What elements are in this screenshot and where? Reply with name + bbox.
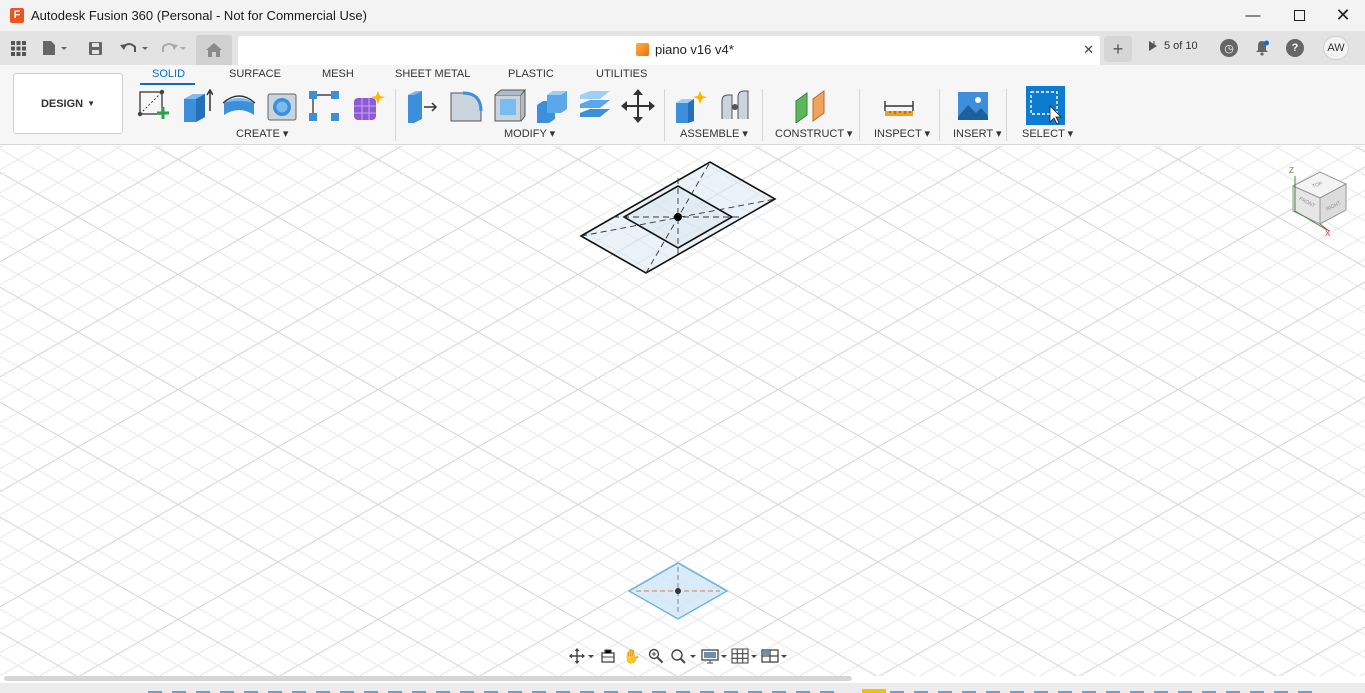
pan-hand-icon[interactable]: ✋ xyxy=(620,646,644,666)
timeline-features xyxy=(148,689,1312,693)
tab-mesh[interactable]: MESH xyxy=(322,68,354,80)
window-title: Autodesk Fusion 360 (Personal - Not for … xyxy=(31,8,367,23)
new-component-icon[interactable] xyxy=(674,89,708,123)
close-icon[interactable]: ✕ xyxy=(1320,0,1365,31)
document-title: piano v16 v4* xyxy=(655,42,734,57)
shell-icon[interactable] xyxy=(492,89,526,123)
tab-sheet-metal[interactable]: SHEET METAL xyxy=(395,68,470,80)
job-status[interactable]: 5 of 10 xyxy=(1148,40,1198,52)
insert-menu[interactable]: INSERT ▾ xyxy=(953,127,1002,140)
divider xyxy=(1006,89,1007,141)
navigation-bar: ✋ xyxy=(566,645,802,667)
workspace-design-dropdown[interactable]: DESIGN ▼ xyxy=(13,73,123,134)
redo-icon[interactable] xyxy=(158,39,190,57)
document-cube-icon xyxy=(636,43,649,56)
select-icon xyxy=(1030,91,1062,125)
timeline[interactable] xyxy=(0,683,1365,693)
pattern-icon[interactable] xyxy=(307,89,341,123)
undo-icon[interactable] xyxy=(118,39,150,57)
assemble-menu[interactable]: ASSEMBLE ▾ xyxy=(680,127,748,140)
orbit-icon[interactable] xyxy=(566,646,596,666)
tab-surface[interactable]: SURFACE xyxy=(229,68,281,80)
chevron-down-icon: ▼ xyxy=(87,99,96,108)
fillet-icon[interactable] xyxy=(449,89,483,123)
look-at-icon[interactable] xyxy=(596,646,620,666)
close-tab-icon[interactable]: ✕ xyxy=(1083,42,1094,58)
combine-icon[interactable] xyxy=(535,89,569,123)
isometric-grid: Z X TOP FRONT RIGHT xyxy=(0,146,1365,676)
tab-plastic[interactable]: PLASTIC xyxy=(508,68,554,80)
modify-menu[interactable]: MODIFY ▾ xyxy=(504,127,555,140)
divider xyxy=(859,89,860,141)
tab-utilities[interactable]: UTILITIES xyxy=(596,68,647,80)
job-status-label: 5 of 10 xyxy=(1164,40,1198,52)
create-menu[interactable]: CREATE ▾ xyxy=(236,127,288,140)
ribbon-toolbar: DESIGN ▼ SOLID SURFACE MESH SHEET METAL … xyxy=(0,65,1365,145)
tab-solid[interactable]: SOLID xyxy=(152,68,185,80)
workspace-label: DESIGN xyxy=(40,97,84,110)
bell-icon[interactable] xyxy=(1253,39,1271,57)
divider xyxy=(664,89,665,141)
select-menu[interactable]: SELECT ▾ xyxy=(1022,127,1073,140)
save-icon[interactable] xyxy=(86,39,104,57)
maximize-icon[interactable] xyxy=(1276,0,1322,31)
job-status-icon xyxy=(1149,41,1157,51)
file-icon[interactable] xyxy=(40,39,70,57)
create-form-icon[interactable] xyxy=(351,89,385,123)
inspect-menu[interactable]: INSPECT ▾ xyxy=(874,127,930,140)
create-sketch-icon[interactable] xyxy=(137,89,171,123)
viewcube-x-label: X xyxy=(1325,229,1331,238)
new-tab-plus-icon[interactable]: + xyxy=(1104,36,1132,62)
title-bar: F Autodesk Fusion 360 (Personal - Not fo… xyxy=(0,0,1365,31)
viewcube-z-label: Z xyxy=(1289,166,1294,175)
horizontal-scrollbar[interactable] xyxy=(4,676,852,681)
fusion-window: F Autodesk Fusion 360 (Personal - Not fo… xyxy=(0,0,1365,693)
3d-viewport[interactable]: Z X TOP FRONT RIGHT xyxy=(0,146,1365,676)
offset-face-icon[interactable] xyxy=(578,89,612,123)
press-pull-icon[interactable] xyxy=(404,89,438,123)
avatar[interactable]: AW xyxy=(1323,36,1349,60)
grid-snaps-icon[interactable] xyxy=(730,646,760,666)
document-tab[interactable]: piano v16 v4* ✕ xyxy=(238,36,1100,65)
help-icon[interactable]: ? xyxy=(1286,39,1304,57)
joint-icon[interactable] xyxy=(718,89,752,123)
divider xyxy=(395,89,396,141)
grid-icon[interactable] xyxy=(9,39,27,57)
hole-icon[interactable] xyxy=(265,89,299,123)
extrude-icon[interactable] xyxy=(179,89,213,123)
fusion-logo-icon: F xyxy=(10,8,24,23)
offset-plane-icon[interactable] xyxy=(793,89,827,123)
construct-menu[interactable]: CONSTRUCT ▾ xyxy=(775,127,852,140)
zoom-icon[interactable] xyxy=(644,646,668,666)
home-icon[interactable] xyxy=(196,35,232,65)
active-tab-indicator xyxy=(140,83,195,85)
measure-icon[interactable] xyxy=(882,89,916,123)
move-copy-icon[interactable] xyxy=(621,89,655,123)
clock-icon[interactable]: ◷ xyxy=(1220,39,1238,57)
insert-image-icon[interactable] xyxy=(956,89,990,123)
minimize-icon[interactable]: — xyxy=(1230,0,1276,31)
select-tool-button[interactable] xyxy=(1026,86,1065,125)
display-settings-icon[interactable] xyxy=(700,646,730,666)
revolve-icon[interactable] xyxy=(222,89,256,123)
divider xyxy=(939,89,940,141)
divider xyxy=(762,89,763,141)
viewports-icon[interactable] xyxy=(760,646,790,666)
fit-view-icon[interactable] xyxy=(668,646,700,666)
